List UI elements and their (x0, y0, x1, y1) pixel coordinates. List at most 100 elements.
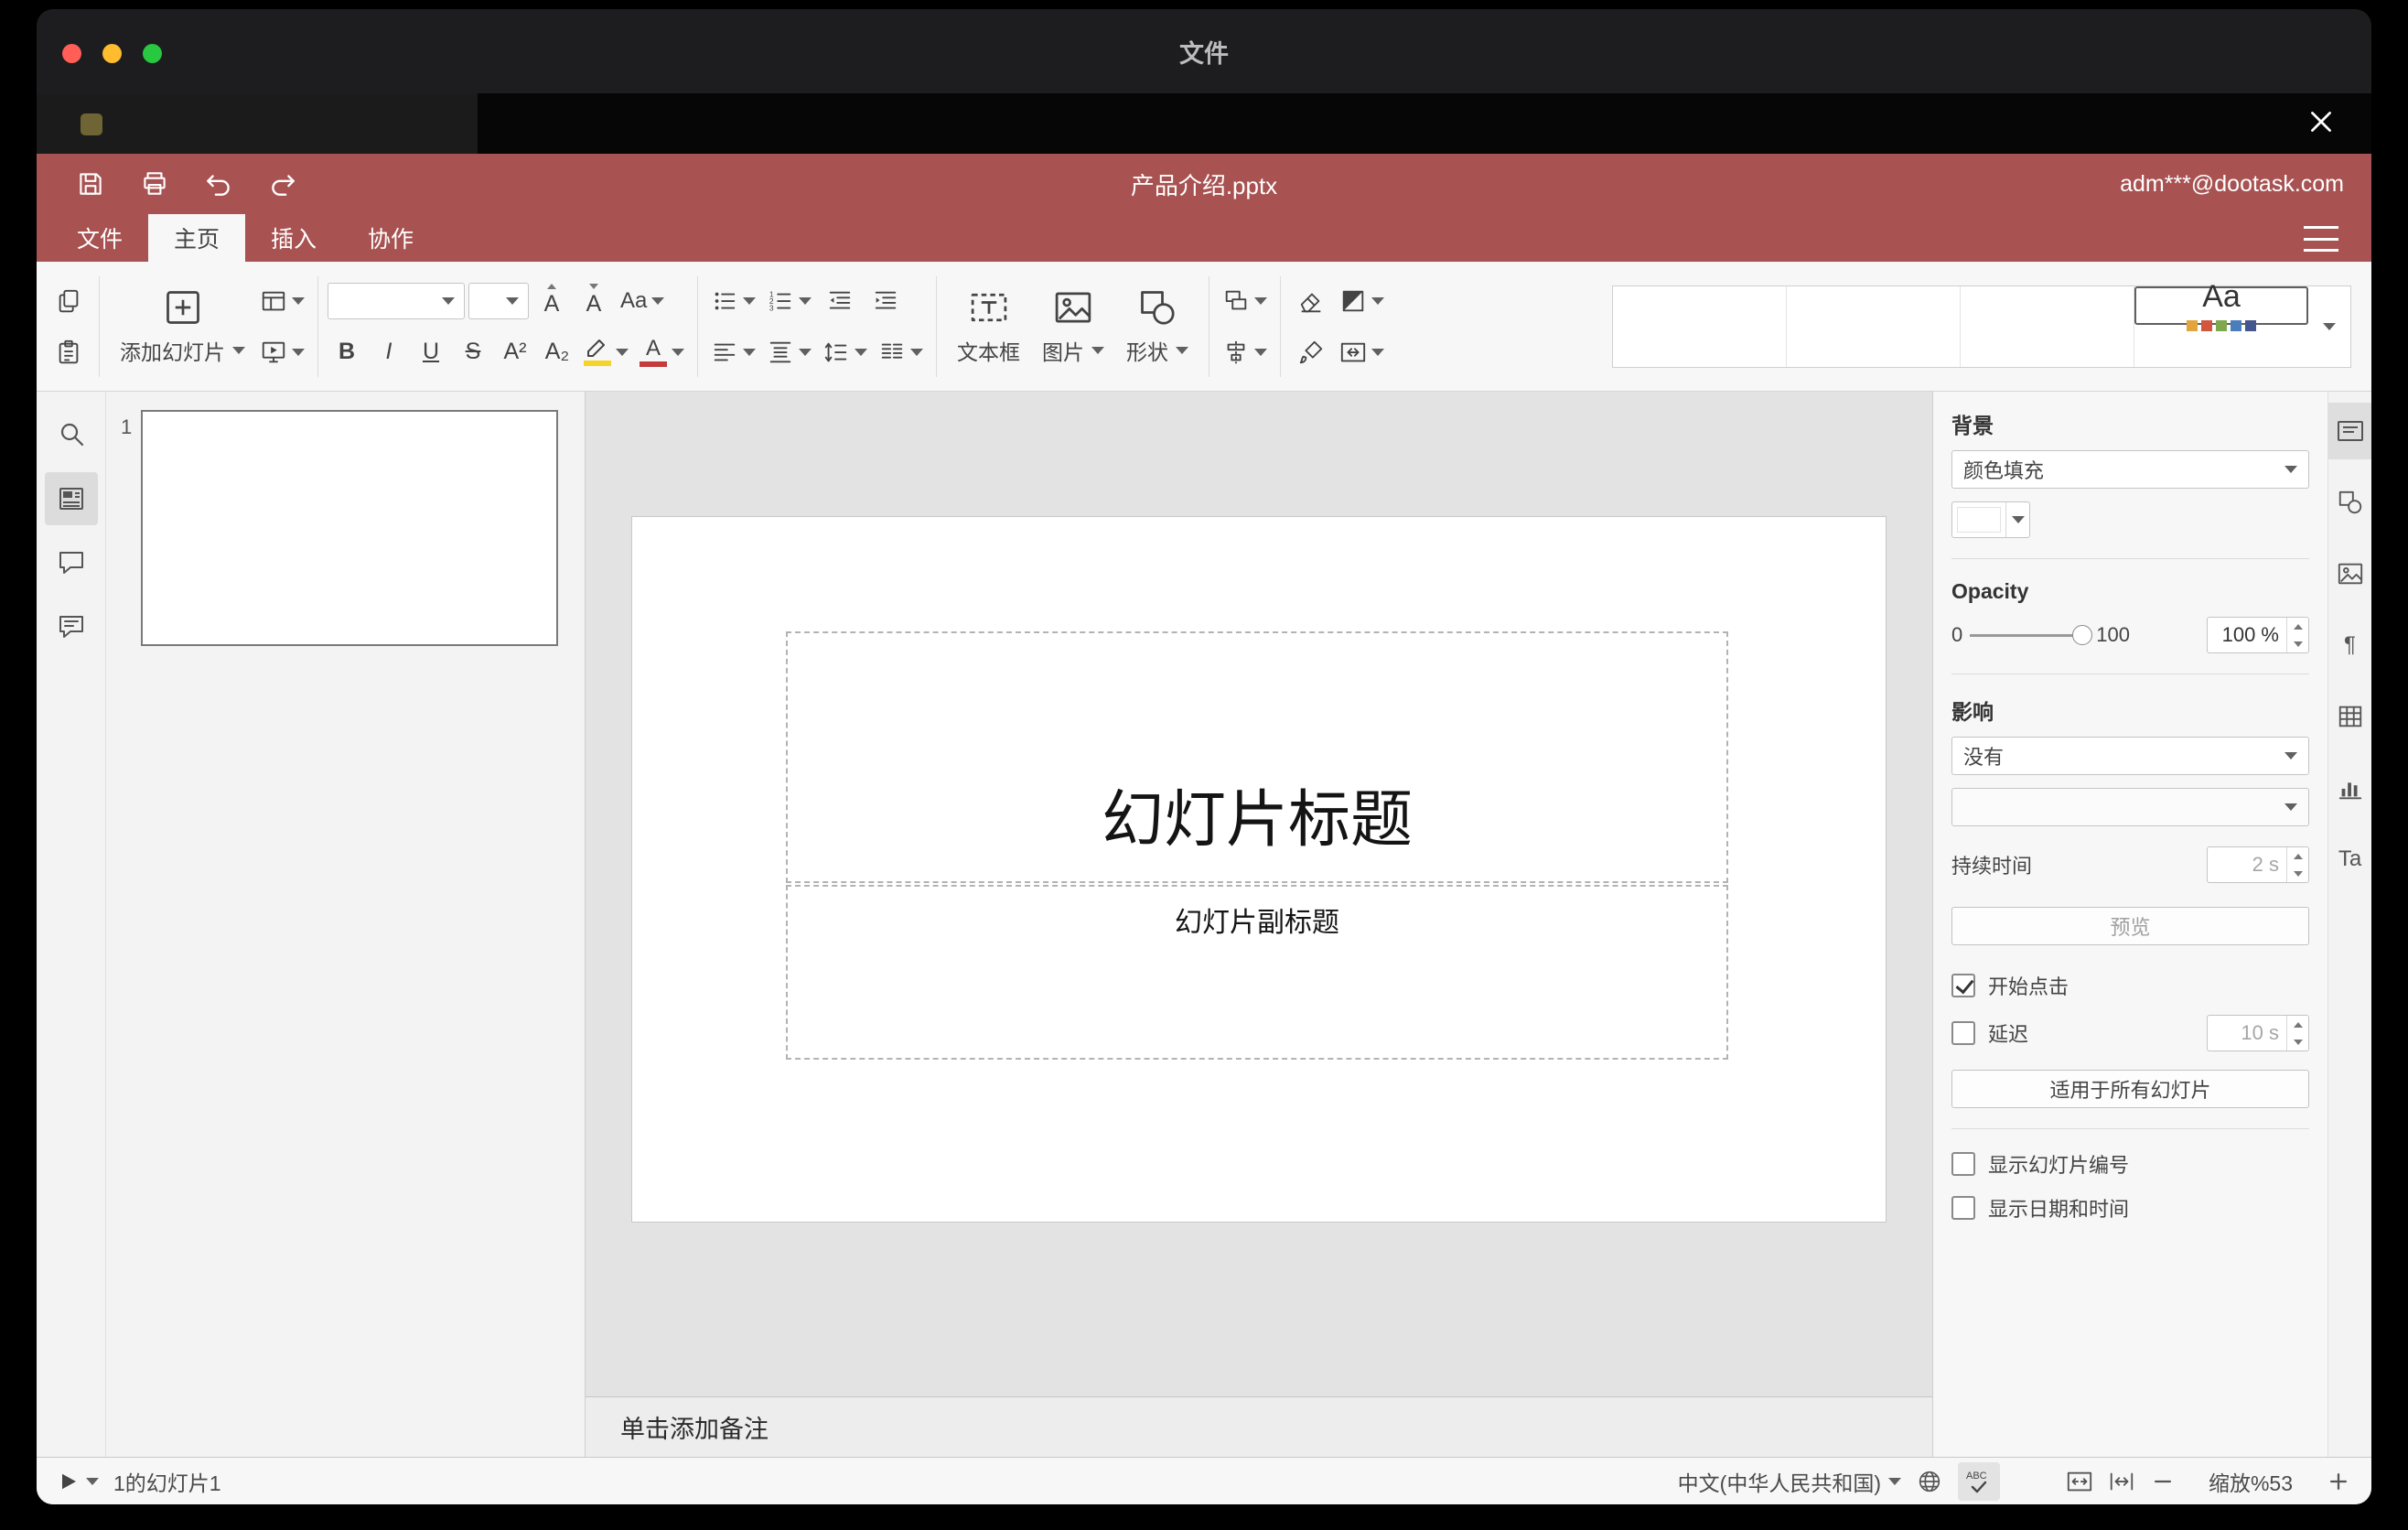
close-button[interactable] (2302, 102, 2340, 141)
comments-panel-button[interactable] (45, 536, 98, 589)
fit-slide-button[interactable] (2066, 1468, 2093, 1495)
title-placeholder[interactable]: 幻灯片标题 (786, 631, 1728, 883)
delay-checkbox[interactable] (1951, 1021, 1975, 1045)
print-button[interactable] (128, 161, 181, 207)
textart-settings-button[interactable]: Ta (2328, 831, 2372, 888)
superscript-button[interactable]: A² (496, 332, 534, 372)
effect-select[interactable]: 没有 (1951, 737, 2309, 775)
bold-button[interactable]: B (328, 332, 366, 372)
effect-type-select[interactable] (1951, 788, 2309, 826)
spin-down[interactable] (2287, 1033, 2308, 1051)
slide-group (256, 280, 308, 373)
copy-style-button[interactable] (1290, 331, 1332, 373)
duration-input[interactable]: 2 s (2207, 846, 2309, 883)
insert-textbox-button[interactable]: 文本框 (946, 270, 1031, 383)
chat-panel-button[interactable] (45, 600, 98, 653)
start-slideshow-status-button[interactable] (57, 1471, 99, 1492)
delay-input[interactable]: 10 s (2207, 1015, 2309, 1051)
spellcheck-button[interactable]: ABC (1958, 1461, 2000, 1501)
minimize-traffic-button[interactable] (102, 44, 122, 63)
start-on-click-checkbox[interactable] (1951, 974, 1975, 997)
shape-settings-button[interactable] (2328, 474, 2372, 531)
fill-color-picker[interactable] (1951, 501, 2030, 538)
align-shapes-button[interactable] (1219, 331, 1271, 373)
theme-thumbnail-selected[interactable]: Aa (2134, 279, 2308, 331)
font-size-select[interactable] (468, 282, 529, 319)
line-spacing-button[interactable] (819, 331, 871, 373)
chart-settings-button[interactable] (2328, 760, 2372, 816)
copy-button[interactable] (48, 280, 90, 322)
bullets-button[interactable] (707, 280, 759, 322)
redo-button[interactable] (256, 161, 309, 207)
slide-thumbnail[interactable] (141, 410, 558, 646)
slide[interactable]: 幻灯片标题 幻灯片副标题 (632, 517, 1886, 1222)
tab-collaboration[interactable]: 协作 (342, 214, 439, 262)
add-slide-button[interactable]: 添加幻灯片 (109, 270, 256, 383)
fit-width-button[interactable] (2108, 1468, 2135, 1495)
theme-thumbnail[interactable] (1961, 286, 2134, 367)
spin-up[interactable] (2287, 1016, 2308, 1033)
theme-gallery-expand-button[interactable] (2308, 286, 2350, 367)
change-case-button[interactable]: Aa (617, 280, 668, 322)
color-scheme-button[interactable] (1336, 280, 1388, 322)
tab-home[interactable]: 主页 (148, 214, 246, 262)
close-traffic-button[interactable] (62, 44, 81, 63)
decrease-font-button[interactable]: A (575, 281, 613, 321)
search-panel-button[interactable] (45, 408, 98, 461)
tab-insert[interactable]: 插入 (245, 214, 342, 262)
font-name-select[interactable] (328, 282, 465, 319)
undo-button[interactable] (192, 161, 245, 207)
theme-thumbnail[interactable] (1787, 286, 1961, 367)
spin-up[interactable] (2287, 618, 2308, 635)
tab-file[interactable]: 文件 (51, 214, 148, 262)
show-slide-number-checkbox[interactable] (1951, 1152, 1975, 1176)
apply-to-all-slides-button[interactable]: 适用于所有幻灯片 (1951, 1070, 2309, 1108)
spin-down[interactable] (2287, 865, 2308, 882)
increase-font-button[interactable]: A (532, 281, 571, 321)
slider-knob[interactable] (2072, 625, 2093, 645)
increase-indent-button[interactable] (865, 280, 907, 322)
columns-button[interactable] (875, 331, 927, 373)
show-date-time-checkbox[interactable] (1951, 1196, 1975, 1220)
slide-layout-button[interactable] (256, 280, 308, 322)
subscript-button[interactable]: A₂ (538, 332, 576, 372)
vertical-align-button[interactable] (763, 331, 815, 373)
hamburger-menu-button[interactable] (2304, 226, 2338, 252)
font-color-button[interactable]: A (636, 331, 688, 373)
save-button[interactable] (64, 161, 117, 207)
opacity-slider[interactable] (1970, 623, 2093, 647)
start-slideshow-button[interactable] (256, 331, 308, 373)
slide-canvas[interactable]: 幻灯片标题 幻灯片副标题 (586, 392, 1932, 1396)
paste-button[interactable] (48, 331, 90, 373)
clear-style-button[interactable] (1290, 280, 1332, 322)
preview-button[interactable]: 预览 (1951, 907, 2309, 945)
arrange-shapes-button[interactable] (1219, 280, 1271, 322)
insert-image-button[interactable]: 图片 (1031, 270, 1115, 383)
insert-shape-button[interactable]: 形状 (1115, 270, 1199, 383)
table-settings-button[interactable] (2328, 688, 2372, 745)
strikethrough-button[interactable]: S (454, 332, 492, 372)
document-language-button[interactable] (1916, 1468, 1943, 1495)
image-settings-button[interactable] (2328, 545, 2372, 602)
underline-button[interactable]: U (412, 332, 450, 372)
horizontal-align-button[interactable] (707, 331, 759, 373)
zoom-in-button[interactable] (2326, 1469, 2351, 1494)
spin-down[interactable] (2287, 635, 2308, 652)
fill-type-select[interactable]: 颜色填充 (1951, 450, 2309, 489)
italic-button[interactable]: I (370, 332, 408, 372)
maximize-traffic-button[interactable] (143, 44, 162, 63)
slide-size-button[interactable] (1336, 331, 1388, 373)
decrease-indent-button[interactable] (819, 280, 861, 322)
theme-thumbnail[interactable] (1613, 286, 1787, 367)
language-select[interactable]: 中文(中华人民共和国) (1678, 1466, 1901, 1497)
paragraph-settings-button[interactable]: ¶ (2328, 617, 2372, 673)
zoom-out-button[interactable] (2150, 1469, 2176, 1494)
slides-panel-button[interactable] (44, 472, 98, 525)
spin-up[interactable] (2287, 847, 2308, 865)
numbering-button[interactable]: 123 (763, 280, 815, 322)
subtitle-placeholder[interactable]: 幻灯片副标题 (786, 885, 1728, 1060)
highlight-color-button[interactable] (580, 331, 632, 373)
opacity-input[interactable]: 100 % (2207, 617, 2309, 653)
slide-settings-button[interactable] (2327, 403, 2371, 459)
notes-area[interactable]: 单击添加备注 (586, 1396, 1932, 1457)
